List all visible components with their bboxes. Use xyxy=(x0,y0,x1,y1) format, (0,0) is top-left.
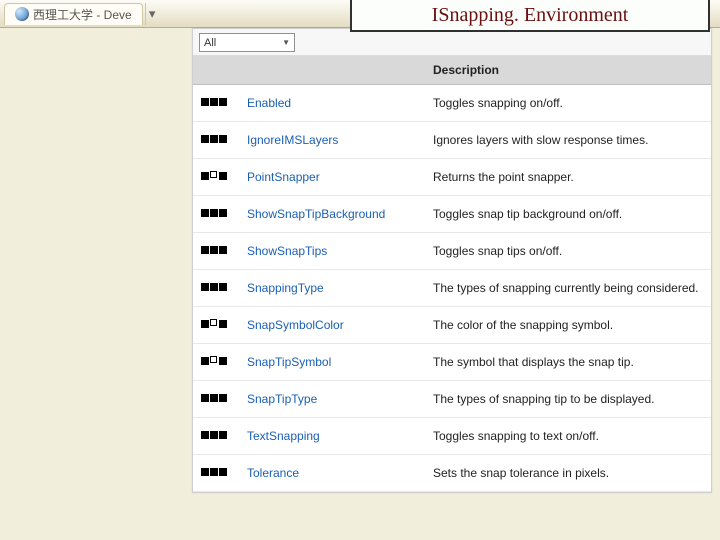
member-name-cell: Enabled xyxy=(237,85,423,122)
member-link[interactable]: PointSnapper xyxy=(247,170,320,184)
member-name-cell: SnapTipSymbol xyxy=(237,344,423,381)
col-header-icon xyxy=(193,56,237,85)
member-description: Sets the snap tolerance in pixels. xyxy=(423,455,711,492)
property-readwrite-icon xyxy=(201,95,227,109)
member-description: Toggles snap tips on/off. xyxy=(423,233,711,270)
member-link[interactable]: SnapTipType xyxy=(247,392,317,406)
member-description: The types of snapping tip to be displaye… xyxy=(423,381,711,418)
property-readwrite-icon xyxy=(201,428,227,442)
member-name-cell: Tolerance xyxy=(237,455,423,492)
member-link[interactable]: SnapTipSymbol xyxy=(247,355,331,369)
member-link[interactable]: SnappingType xyxy=(247,281,324,295)
members-table: Description Enabled Toggles snapping on/o… xyxy=(193,56,711,492)
member-link[interactable]: Enabled xyxy=(247,96,291,110)
table-row: IgnoreIMSLayers Ignores layers with slow … xyxy=(193,122,711,159)
property-readwrite-icon xyxy=(201,243,227,257)
member-icon-cell xyxy=(193,307,237,344)
member-description: Ignores layers with slow response times. xyxy=(423,122,711,159)
member-name-cell: SnappingType xyxy=(237,270,423,307)
member-icon-cell xyxy=(193,159,237,196)
property-readwrite-icon xyxy=(201,465,227,479)
member-icon-cell xyxy=(193,455,237,492)
tab-label: 西理工大学 - Deve xyxy=(33,6,132,23)
property-readonly-icon xyxy=(201,354,227,368)
member-name-cell: SnapTipType xyxy=(237,381,423,418)
filter-row: All ▼ xyxy=(193,29,711,56)
filter-selected-value: All xyxy=(204,37,216,49)
member-link[interactable]: ShowSnapTips xyxy=(247,244,327,258)
member-name-cell: SnapSymbolColor xyxy=(237,307,423,344)
member-description: The symbol that displays the snap tip. xyxy=(423,344,711,381)
property-readwrite-icon xyxy=(201,132,227,146)
table-row: PointSnapper Returns the point snapper. xyxy=(193,159,711,196)
member-link[interactable]: TextSnapping xyxy=(247,429,320,443)
member-icon-cell xyxy=(193,122,237,159)
table-row: ShowSnapTips Toggles snap tips on/off. xyxy=(193,233,711,270)
member-icon-cell xyxy=(193,381,237,418)
table-row: SnapTipSymbol The symbol that displays th… xyxy=(193,344,711,381)
member-name-cell: ShowSnapTipBackground xyxy=(237,196,423,233)
member-name-cell: PointSnapper xyxy=(237,159,423,196)
table-row: Enabled Toggles snapping on/off. xyxy=(193,85,711,122)
member-link[interactable]: ShowSnapTipBackground xyxy=(247,207,385,221)
table-row: Tolerance Sets the snap tolerance in pixe… xyxy=(193,455,711,492)
tab-dropdown-button[interactable]: ▾ xyxy=(145,3,159,25)
table-row: TextSnapping Toggles snapping to text on/… xyxy=(193,418,711,455)
globe-icon xyxy=(15,7,29,21)
member-name-cell: TextSnapping xyxy=(237,418,423,455)
chevron-down-icon: ▼ xyxy=(282,38,290,47)
table-row: SnappingType The types of snapping curren… xyxy=(193,270,711,307)
member-name-cell: ShowSnapTips xyxy=(237,233,423,270)
member-description: The color of the snapping symbol. xyxy=(423,307,711,344)
browser-tab[interactable]: 西理工大学 - Deve xyxy=(4,3,143,25)
member-icon-cell xyxy=(193,418,237,455)
page-background: 西理工大学 - Deve ▾ All ▼ Description xyxy=(0,0,720,540)
filter-dropdown[interactable]: All ▼ xyxy=(199,33,295,52)
member-icon-cell xyxy=(193,85,237,122)
member-description: The types of snapping currently being co… xyxy=(423,270,711,307)
member-link[interactable]: Tolerance xyxy=(247,466,299,480)
property-readwrite-icon xyxy=(201,391,227,405)
property-readonly-icon xyxy=(201,169,227,183)
member-link[interactable]: IgnoreIMSLayers xyxy=(247,133,338,147)
table-row: SnapTipType The types of snapping tip to … xyxy=(193,381,711,418)
property-readwrite-icon xyxy=(201,280,227,294)
chevron-down-icon: ▾ xyxy=(149,6,156,22)
members-panel: All ▼ Description Enabled Toggles snappin… xyxy=(192,28,712,493)
member-icon-cell xyxy=(193,233,237,270)
title-banner: ISnapping. Environment xyxy=(350,0,710,32)
table-row: SnapSymbolColor The color of the snapping… xyxy=(193,307,711,344)
member-icon-cell xyxy=(193,344,237,381)
col-header-description: Description xyxy=(423,56,711,85)
table-header-row: Description xyxy=(193,56,711,85)
property-readwrite-icon xyxy=(201,206,227,220)
table-row: ShowSnapTipBackground Toggles snap tip ba… xyxy=(193,196,711,233)
property-readonly-icon xyxy=(201,317,227,331)
member-name-cell: IgnoreIMSLayers xyxy=(237,122,423,159)
member-description: Toggles snap tip background on/off. xyxy=(423,196,711,233)
member-link[interactable]: SnapSymbolColor xyxy=(247,318,344,332)
member-icon-cell xyxy=(193,270,237,307)
banner-title: ISnapping. Environment xyxy=(432,4,629,27)
member-description: Returns the point snapper. xyxy=(423,159,711,196)
member-description: Toggles snapping on/off. xyxy=(423,85,711,122)
member-icon-cell xyxy=(193,196,237,233)
member-description: Toggles snapping to text on/off. xyxy=(423,418,711,455)
col-header-name xyxy=(237,56,423,85)
